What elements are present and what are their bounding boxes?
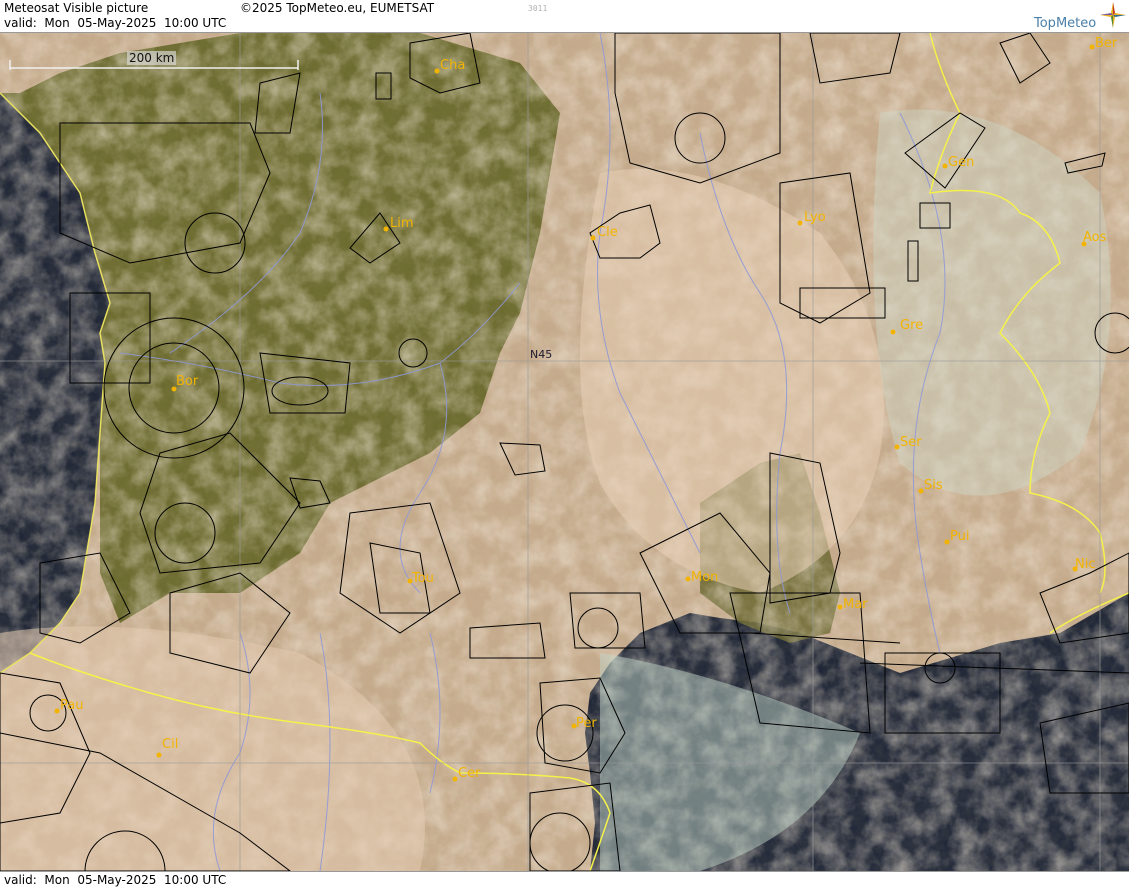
- scale-bar-label: 200 km: [127, 51, 177, 65]
- footer-valid-time: valid: Mon 05-May-2025 10:00 UTC: [4, 873, 227, 887]
- compass-star-icon: [1100, 2, 1126, 28]
- city-label-mon[interactable]: Mon: [691, 570, 718, 585]
- image-title: Meteosat Visible picture: [4, 1, 149, 15]
- city-label-nic[interactable]: Nic: [1075, 557, 1095, 572]
- city-label-cle[interactable]: Cle: [597, 225, 618, 240]
- city-label-ber[interactable]: Ber: [1095, 36, 1118, 51]
- city-label-pau[interactable]: Pau: [60, 698, 83, 713]
- city-label-cer[interactable]: Cer: [458, 766, 481, 781]
- city-label-cil[interactable]: Cil: [162, 737, 178, 752]
- city-label-aos[interactable]: Aos: [1083, 230, 1107, 245]
- city-label-mar[interactable]: Mar: [843, 597, 868, 612]
- city-label-gen[interactable]: Gen: [948, 155, 974, 170]
- footer-bar: valid: Mon 05-May-2025 10:00 UTC: [0, 871, 1129, 887]
- city-label-sis[interactable]: Sis: [924, 478, 943, 493]
- image-code: 3011: [528, 4, 548, 13]
- gridline-label: N45: [530, 348, 552, 361]
- city-label-bor[interactable]: Bor: [176, 374, 199, 389]
- topmeteo-logo[interactable]: TopMeteo: [1034, 2, 1126, 32]
- city-label-cha[interactable]: Cha: [440, 58, 465, 73]
- city-label-per[interactable]: Per: [576, 716, 597, 731]
- satellite-map[interactable]: N45 Cha Lim Cle Lyo Gen Ber Aos Gre Bor …: [0, 33, 1129, 871]
- copyright-text: ©2025 TopMeteo.eu, EUMETSAT: [240, 1, 435, 15]
- valid-time: valid: Mon 05-May-2025 10:00 UTC: [4, 16, 227, 30]
- city-label-gre[interactable]: Gre: [900, 318, 923, 333]
- header-bar: Meteosat Visible picture ©2025 TopMeteo.…: [0, 0, 1129, 33]
- city-label-lim[interactable]: Lim: [390, 216, 414, 231]
- city-label-tou[interactable]: Tou: [411, 571, 434, 586]
- city-label-lyo[interactable]: Lyo: [804, 210, 826, 225]
- logo-text: TopMeteo: [1034, 16, 1097, 31]
- city-label-ser[interactable]: Ser: [900, 435, 922, 450]
- map-canvas: N45 Cha Lim Cle Lyo Gen Ber Aos Gre Bor …: [0, 33, 1129, 871]
- city-label-pui[interactable]: Pui: [950, 529, 969, 544]
